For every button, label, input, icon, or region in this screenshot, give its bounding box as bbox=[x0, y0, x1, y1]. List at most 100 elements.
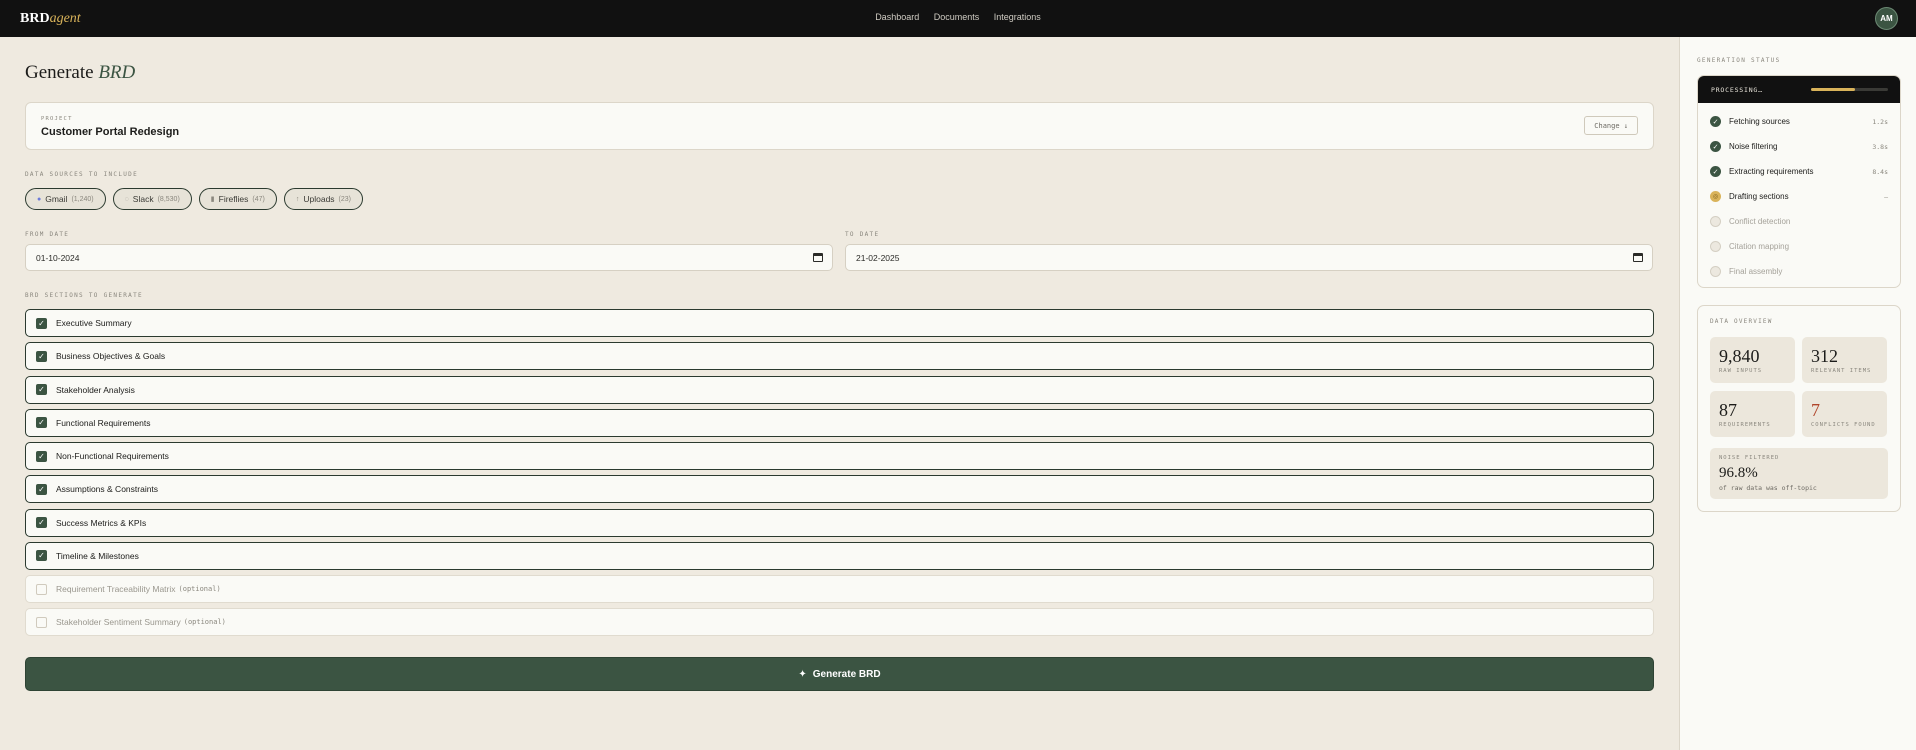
step-extracting-requirements: ✓ Extracting requirements 8.4s bbox=[1710, 159, 1888, 184]
progress-bar bbox=[1811, 88, 1888, 91]
checkbox-empty-icon[interactable] bbox=[36, 583, 47, 595]
stat-label: RAW INPUTS bbox=[1719, 368, 1763, 374]
section-executive-summary[interactable]: ✓ Executive Summary bbox=[25, 309, 1654, 337]
top-bar: BRDagent Dashboard Documents Integration… bbox=[0, 0, 1916, 37]
page-title: Generate BRD bbox=[25, 62, 135, 84]
source-name: Fireflies bbox=[218, 194, 249, 204]
step-label: Drafting sections bbox=[1729, 192, 1789, 201]
change-project-button[interactable]: Change ↓ bbox=[1584, 116, 1638, 135]
pending-circle-icon bbox=[1710, 266, 1721, 277]
sources-label: DATA SOURCES TO INCLUDE bbox=[25, 171, 138, 178]
project-name: Customer Portal Redesign bbox=[41, 126, 180, 138]
nav-integrations[interactable]: Integrations bbox=[994, 12, 1041, 22]
section-timeline-milestones[interactable]: ✓ Timeline & Milestones bbox=[25, 541, 1654, 570]
section-sentiment-summary[interactable]: Stakeholder Sentiment Summary (optional) bbox=[25, 608, 1654, 637]
calendar-icon[interactable] bbox=[813, 253, 823, 262]
checkbox-checked-icon[interactable]: ✓ bbox=[36, 317, 47, 329]
checkbox-checked-icon[interactable]: ✓ bbox=[36, 417, 47, 429]
step-noise-filtering: ✓ Noise filtering 3.8s bbox=[1710, 134, 1888, 159]
stat-raw-inputs: 9,840 RAW INPUTS bbox=[1710, 337, 1795, 383]
main-nav: Dashboard Documents Integrations bbox=[0, 12, 1916, 22]
nav-dashboard[interactable]: Dashboard bbox=[875, 12, 919, 22]
user-avatar[interactable]: AM bbox=[1875, 7, 1898, 30]
from-date-value: 01-10-2024 bbox=[36, 252, 80, 263]
gmail-icon: ● bbox=[37, 195, 42, 203]
section-stakeholder-analysis[interactable]: ✓ Stakeholder Analysis bbox=[25, 375, 1654, 404]
status-header: PROCESSING… bbox=[1698, 76, 1900, 103]
section-traceability-matrix[interactable]: Requirement Traceability Matrix (optiona… bbox=[25, 575, 1654, 603]
status-steps: ✓ Fetching sources 1.2s ✓ Noise filterin… bbox=[1698, 103, 1900, 284]
section-functional-requirements[interactable]: ✓ Functional Requirements bbox=[25, 408, 1654, 437]
calendar-icon[interactable] bbox=[1633, 253, 1643, 262]
optional-tag: (optional) bbox=[183, 618, 226, 627]
source-chip-uploads[interactable]: ↑ Uploads (23) bbox=[283, 188, 363, 210]
checkbox-checked-icon[interactable]: ✓ bbox=[36, 517, 47, 528]
step-label: Noise filtering bbox=[1729, 142, 1778, 151]
project-card: PROJECT Customer Portal Redesign Change … bbox=[25, 102, 1654, 150]
source-chip-gmail[interactable]: ● Gmail (1,240) bbox=[25, 188, 106, 210]
step-label: Final assembly bbox=[1729, 267, 1783, 276]
section-success-metrics[interactable]: ✓ Success Metrics & KPIs bbox=[25, 508, 1654, 537]
step-label: Extracting requirements bbox=[1729, 167, 1814, 176]
section-assumptions-constraints[interactable]: ✓ Assumptions & Constraints bbox=[25, 475, 1654, 504]
step-time: 8.4s bbox=[1872, 167, 1888, 176]
check-icon: ✓ bbox=[1710, 116, 1721, 127]
noise-label: NOISE FILTERED bbox=[1719, 455, 1780, 461]
section-label: Executive Summary bbox=[56, 318, 132, 328]
section-label: Assumptions & Constraints bbox=[56, 484, 159, 495]
source-count: (8,530) bbox=[157, 195, 180, 203]
checkbox-empty-icon[interactable] bbox=[36, 616, 47, 628]
section-label: Non-Functional Requirements bbox=[56, 451, 169, 461]
spinner-icon: ◎ bbox=[1710, 191, 1721, 202]
checkbox-checked-icon[interactable]: ✓ bbox=[36, 384, 47, 395]
overview-label: DATA OVERVIEW bbox=[1710, 318, 1773, 325]
nav-documents[interactable]: Documents bbox=[934, 12, 980, 22]
checkbox-checked-icon[interactable]: ✓ bbox=[36, 550, 47, 562]
step-label: Citation mapping bbox=[1729, 242, 1790, 251]
check-icon: ✓ bbox=[1710, 166, 1721, 177]
status-card: PROCESSING… ✓ Fetching sources 1.2s ✓ No… bbox=[1697, 75, 1901, 288]
stat-label: REQUIREMENTS bbox=[1719, 422, 1771, 428]
page-title-main: Generate bbox=[25, 62, 94, 83]
step-fetching-sources: ✓ Fetching sources 1.2s bbox=[1710, 109, 1888, 134]
check-icon: ✓ bbox=[1710, 141, 1721, 152]
source-count: (47) bbox=[252, 195, 265, 203]
source-name: Uploads bbox=[303, 194, 335, 204]
noise-value: 96.8% bbox=[1719, 465, 1758, 481]
source-chip-slack[interactable]: ◌ Slack (8,530) bbox=[112, 188, 192, 210]
stat-label: RELEVANT ITEMS bbox=[1811, 368, 1872, 374]
generate-label: Generate BRD bbox=[812, 668, 881, 680]
noise-sub: of raw data was off-topic bbox=[1719, 484, 1817, 492]
section-non-functional-requirements[interactable]: ✓ Non-Functional Requirements bbox=[25, 442, 1654, 470]
upload-icon: ↑ bbox=[295, 195, 300, 203]
status-sidebar: GENERATION STATUS PROCESSING… ✓ Fetching… bbox=[1679, 37, 1916, 750]
step-time: 3.8s bbox=[1872, 142, 1888, 151]
optional-tag: (optional) bbox=[178, 585, 221, 593]
source-name: Slack bbox=[132, 194, 154, 204]
section-label: Business Objectives & Goals bbox=[56, 351, 166, 362]
sections-list: ✓ Executive Summary ✓ Business Objective… bbox=[25, 309, 1654, 642]
checkbox-checked-icon[interactable]: ✓ bbox=[36, 350, 47, 362]
checkbox-checked-icon[interactable]: ✓ bbox=[36, 483, 47, 495]
source-chip-fireflies[interactable]: ▮ Fireflies (47) bbox=[198, 188, 277, 210]
step-time: 1.2s bbox=[1872, 117, 1888, 126]
section-business-objectives[interactable]: ✓ Business Objectives & Goals bbox=[25, 342, 1654, 371]
to-date-input[interactable]: 21-02-2025 bbox=[845, 244, 1653, 271]
stat-value: 7 bbox=[1811, 400, 1820, 420]
step-drafting-sections: ◎ Drafting sections — bbox=[1710, 184, 1888, 209]
generate-brd-button[interactable]: ✦ Generate BRD bbox=[25, 657, 1654, 691]
section-label: Requirement Traceability Matrix bbox=[56, 584, 176, 594]
checkbox-checked-icon[interactable]: ✓ bbox=[36, 450, 47, 462]
pending-circle-icon bbox=[1710, 216, 1721, 227]
source-chips: ● Gmail (1,240) ◌ Slack (8,530) ▮ Firefl… bbox=[25, 188, 363, 210]
status-label: GENERATION STATUS bbox=[1697, 57, 1781, 64]
step-time: — bbox=[1884, 192, 1888, 201]
from-date-input[interactable]: 01-10-2024 bbox=[25, 244, 833, 271]
step-label: Fetching sources bbox=[1729, 117, 1790, 126]
from-date-label: FROM DATE bbox=[25, 231, 70, 238]
to-date-value: 21-02-2025 bbox=[856, 252, 900, 263]
project-label: PROJECT bbox=[41, 116, 73, 122]
source-name: Gmail bbox=[45, 194, 68, 204]
to-date-label: TO DATE bbox=[845, 231, 880, 238]
stat-requirements: 87 REQUIREMENTS bbox=[1710, 391, 1795, 437]
